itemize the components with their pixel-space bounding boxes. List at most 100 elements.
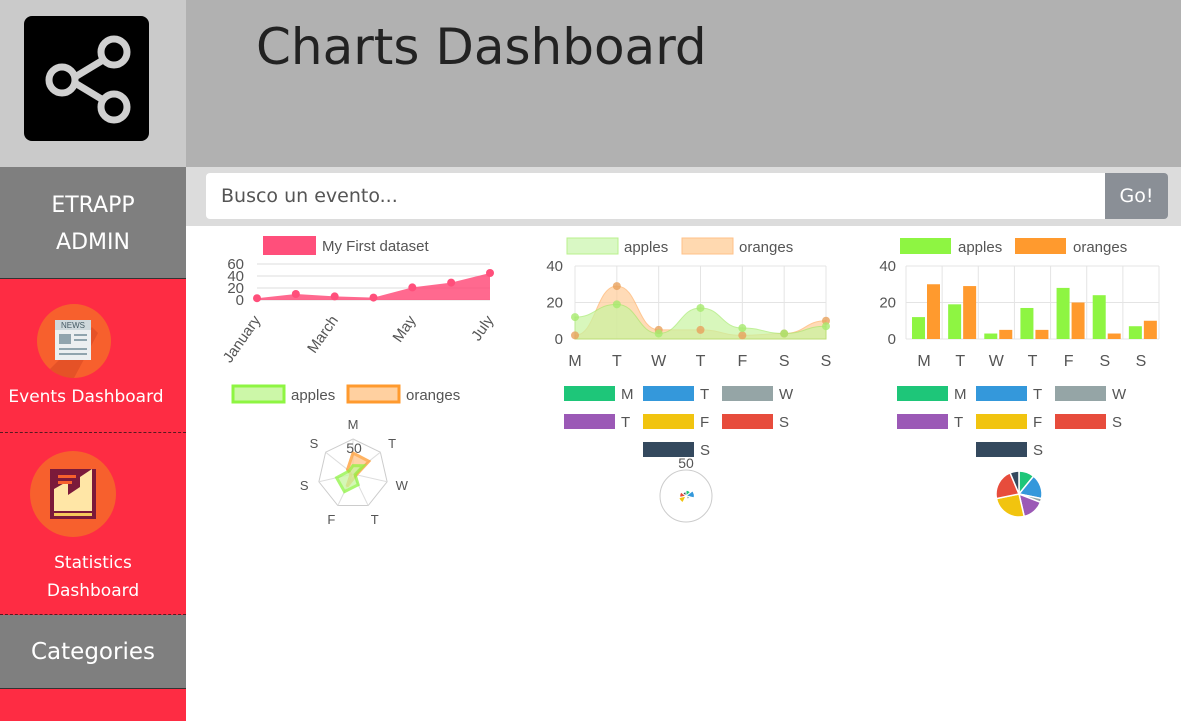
radar-axis-label: W [396, 478, 409, 493]
pie-legend-swatch [976, 442, 1027, 457]
data-point [330, 292, 339, 301]
legend-label: apples [291, 387, 335, 404]
y-tick-label: 20 [546, 295, 563, 312]
bar-oranges [1035, 329, 1049, 339]
data-point-oranges [612, 282, 621, 291]
pie-legend-swatch [1055, 386, 1106, 401]
sidebar-item-statistics-dashboard[interactable]: Statistics Dashboard [0, 433, 186, 615]
data-point-apples [571, 313, 579, 322]
data-point-oranges [738, 331, 747, 340]
y-tick-label: 40 [546, 258, 563, 275]
x-tick-label: T [955, 353, 965, 370]
search-bar: Go! [186, 167, 1181, 226]
polar-legend-label: F [700, 414, 709, 431]
bar-oranges [963, 286, 977, 339]
bar-apples [1092, 295, 1106, 339]
radar-axis-label: T [371, 512, 379, 526]
legend-label: oranges [1073, 239, 1127, 256]
legend-label: oranges [406, 387, 460, 404]
x-tick-label: M [568, 353, 581, 370]
pie-legend-swatch [976, 386, 1027, 401]
polar-legend-label: S [700, 442, 710, 459]
legend-swatch [231, 384, 286, 404]
data-point [408, 283, 417, 292]
sidebar-item-categories[interactable]: Categories [0, 615, 186, 689]
data-point-apples [654, 329, 663, 338]
polar-legend-swatch [643, 414, 694, 429]
legend-label: apples [958, 239, 1002, 256]
data-point-apples [780, 329, 789, 338]
polar-legend-label: T [621, 414, 630, 431]
polar-legend-swatch [643, 386, 694, 401]
pie-legend-label: F [1033, 414, 1042, 431]
statistics-icon [30, 451, 116, 537]
data-point-oranges [696, 325, 705, 334]
share-icon [45, 35, 131, 124]
sidebar-item-events-dashboard[interactable]: NEWS Events Dashboard [0, 279, 186, 433]
y-tick-label: 0 [888, 331, 896, 348]
go-button[interactable]: Go! [1105, 173, 1168, 219]
legend-swatch [566, 237, 619, 255]
x-tick-label: W [989, 353, 1005, 370]
x-tick-label: T [1028, 353, 1038, 370]
legend-swatch [263, 236, 316, 255]
radar-axis-label: F [327, 512, 335, 526]
search-input[interactable] [206, 173, 1106, 219]
svg-text:NEWS: NEWS [61, 321, 85, 330]
pie-legend-label: S [1033, 442, 1043, 459]
x-tick-label: January [220, 312, 265, 366]
pie-legend-label: T [1033, 386, 1042, 403]
bar-oranges [1071, 302, 1085, 339]
pie-legend-swatch [897, 414, 948, 429]
data-point [291, 290, 300, 298]
header: Charts Dashboard [186, 0, 1181, 167]
polar-legend-label: T [700, 386, 709, 403]
sidebar-brand[interactable]: ETRAPP ADMIN [0, 167, 186, 279]
y-tick-label: 0 [236, 292, 244, 309]
radar-axis-label: S [310, 436, 319, 451]
bar-oranges [1143, 320, 1157, 339]
polar-legend-swatch [722, 386, 773, 401]
data-point-apples [612, 300, 621, 309]
data-point [486, 269, 494, 277]
data-point [253, 294, 261, 303]
x-tick-label: May [389, 312, 419, 345]
legend-label: My First dataset [322, 238, 430, 255]
legend-swatch [1015, 238, 1066, 254]
newspaper-icon: NEWS [37, 304, 111, 378]
data-point [447, 278, 456, 287]
x-tick-label: March [304, 313, 342, 357]
x-tick-label: T [696, 353, 706, 370]
legend-label: apples [624, 239, 668, 256]
page-title: Charts Dashboard [256, 18, 707, 76]
pie-legend-label: S [1112, 414, 1122, 431]
y-tick-label: 40 [879, 258, 896, 275]
bar-oranges [1107, 333, 1121, 339]
data-point-oranges [571, 331, 579, 340]
pie-legend-swatch [897, 386, 948, 401]
brand-line-2: ADMIN [56, 230, 130, 255]
x-tick-label: W [651, 353, 667, 370]
data-point-apples [738, 324, 747, 333]
bar-apples [1128, 326, 1142, 339]
data-point-apples [696, 303, 705, 312]
bar-apples [1020, 307, 1034, 339]
polar-scale-label: 50 [678, 455, 694, 471]
sidebar: ETRAPP ADMIN NEWS Events Dashboard Stati… [0, 167, 186, 721]
pie-legend-swatch [976, 414, 1027, 429]
radar-scale-label: 50 [346, 440, 362, 456]
y-tick-label: 20 [879, 295, 896, 312]
x-tick-label: M [917, 353, 930, 370]
polar-legend-label: W [779, 386, 794, 403]
sidebar-item-label-line-2: Dashboard [46, 581, 140, 601]
pie-legend-swatch [1055, 414, 1106, 429]
y-tick-label: 0 [555, 331, 563, 348]
radar-axis-label: S [300, 478, 309, 493]
legend-swatch [900, 238, 951, 254]
sidebar-item-label-line-1: Statistics [54, 553, 132, 573]
x-tick-label: S [1136, 353, 1147, 370]
logo[interactable] [24, 16, 149, 141]
radar-axis-label: M [348, 417, 359, 432]
bar-apples [984, 333, 998, 339]
legend-label: oranges [739, 239, 793, 256]
